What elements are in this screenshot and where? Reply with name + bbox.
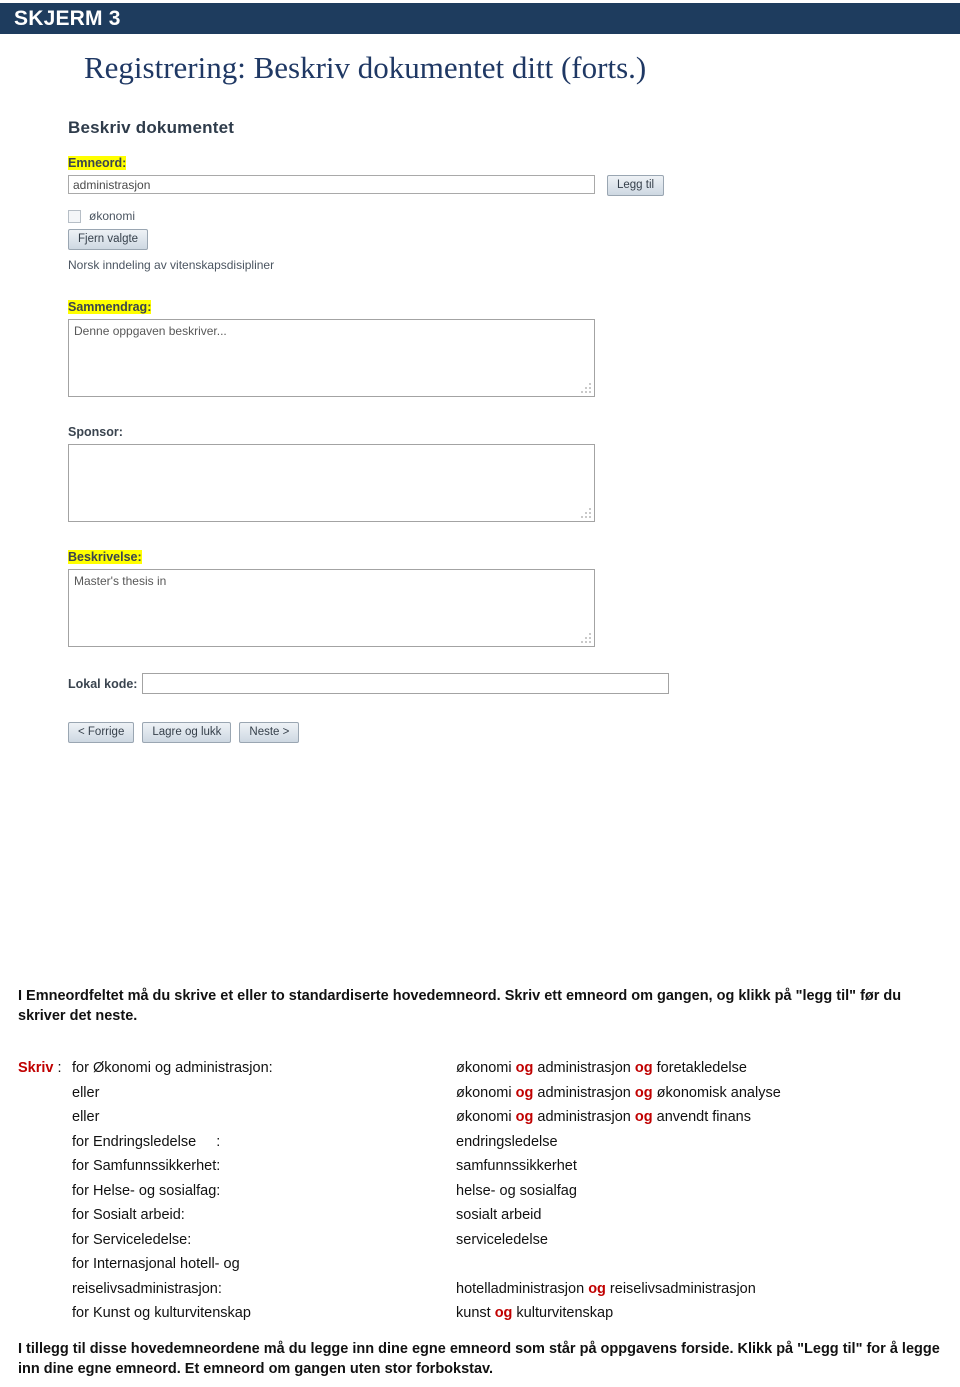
mapping-row: for Sosialt arbeid: sosialt arbeid [18, 1203, 942, 1228]
page-title: Registrering: Beskriv dokumentet ditt (f… [84, 50, 647, 85]
sammendrag-textarea[interactable]: Denne oppgaven beskriver... [68, 319, 595, 397]
mapping-row: eller økonomi og administrasjon og anvend… [18, 1105, 942, 1130]
keyword-checkbox-row[interactable]: økonomi [68, 209, 688, 223]
sponsor-textarea[interactable] [68, 444, 595, 522]
intro-paragraph: I Emneordfeltet må du skrive et eller to… [18, 988, 902, 1024]
sponsor-label: Sponsor: [68, 425, 123, 439]
emneord-input-row: Legg til [68, 175, 688, 196]
og-highlight: og [634, 1060, 653, 1076]
mapping-lead-label [18, 1179, 72, 1204]
mapping-source-text: for Serviceledelse: [72, 1231, 192, 1248]
mapping-target-text: kunst og kulturvitenskap [456, 1305, 614, 1321]
neste-button[interactable]: Neste > [239, 722, 300, 743]
mapping-row: for Internasjonal hotell- og [18, 1252, 942, 1277]
checkbox-icon[interactable] [68, 209, 81, 223]
mapping-target-text: økonomi og administrasjon og anvendt fin… [456, 1109, 751, 1125]
beskrivelse-label: Beskrivelse: [68, 550, 142, 564]
skjerm-banner: SKJERM 3 [0, 3, 960, 34]
mapping-source-text: eller [72, 1084, 100, 1101]
mapping-source-text: for Økonomi og administrasjon: [72, 1060, 273, 1076]
mapping-source-text: for Endringsledelse : [72, 1133, 221, 1150]
banner-label: SKJERM 3 [14, 6, 121, 30]
mapping-target-text: sosialt arbeid [456, 1207, 542, 1223]
mapping-lead-label [18, 1105, 72, 1130]
og-highlight: og [634, 1109, 653, 1125]
mapping-row: for Kunst og kulturvitenskap kunst og kul… [18, 1301, 942, 1326]
mapping-lead-label [18, 1130, 72, 1155]
mapping-target-text: hotelladministrasjon og reiselivsadminis… [456, 1280, 756, 1297]
resize-grip-icon[interactable] [581, 383, 591, 393]
mapping-row: reiselivsadministrasjon: hotelladministra… [18, 1277, 942, 1302]
lokal-kode-input[interactable] [141, 673, 669, 694]
mapping-source-text: reiselivsadministrasjon: [72, 1280, 222, 1297]
emneord-section: Emneord: Legg til økonomi Fjern valgte N… [68, 154, 688, 272]
mapping-row: for Samfunnssikkerhet: samfunnssikkerhet [18, 1154, 942, 1179]
beskrivelse-textarea[interactable]: Master's thesis in [68, 569, 595, 647]
lagre-og-lukk-button[interactable]: Lagre og lukk [142, 722, 232, 743]
mapping-lead-label [18, 1154, 72, 1179]
fjern-valgte-button[interactable]: Fjern valgte [68, 229, 149, 250]
application-screenshot: Beskriv dokumentet Emneord: Legg til øko… [68, 118, 688, 968]
emneord-label: Emneord: [68, 156, 127, 170]
mapping-source-text: for Internasjonal hotell- og [72, 1256, 240, 1272]
mapping-lead-label [18, 1081, 72, 1106]
mapping-lead-label [18, 1228, 72, 1253]
beskrivelse-value: Master's thesis in [74, 574, 167, 588]
og-highlight: og [588, 1280, 606, 1297]
mapping-target-text: helse- og sosialfag [456, 1182, 577, 1199]
og-highlight: og [515, 1060, 534, 1076]
mapping-source-text: for Samfunnssikkerhet: [72, 1158, 221, 1174]
mapping-row: eller økonomi og administrasjon og økonom… [18, 1081, 942, 1106]
og-highlight: og [494, 1305, 513, 1321]
lokal-kode-label: Lokal kode: [68, 677, 138, 691]
form-navigation-buttons: < Forrige Lagre og lukk Neste > [68, 722, 688, 743]
og-highlight: og [515, 1109, 534, 1125]
mapping-lead-label [18, 1203, 72, 1228]
mapping-target-text: endringsledelse [456, 1133, 558, 1150]
mapping-source-text: for Sosialt arbeid: [72, 1207, 185, 1223]
mapping-lead-label [18, 1252, 72, 1277]
outro-paragraph: I tillegg til disse hovedemneordene må d… [18, 1341, 940, 1377]
resize-grip-icon[interactable] [581, 633, 591, 643]
mapping-lead-label: Skriv : [18, 1060, 62, 1076]
og-highlight: og [515, 1084, 534, 1101]
mapping-row: for Helse- og sosialfag: helse- og sosial… [18, 1179, 942, 1204]
mapping-target-text: økonomi og administrasjon og økonomisk a… [456, 1084, 781, 1101]
mapping-target-text [456, 1252, 942, 1277]
beskrivelse-section: Beskrivelse: Master's thesis in [68, 548, 688, 647]
mapping-row: for Endringsledelse : endringsledelse [18, 1130, 942, 1155]
forrige-button[interactable]: < Forrige [68, 722, 135, 743]
mapping-target-text: samfunnssikkerhet [456, 1158, 577, 1174]
sammendrag-value: Denne oppgaven beskriver... [74, 324, 227, 338]
mapping-lead-label [18, 1277, 72, 1302]
form-heading: Beskriv dokumentet [68, 118, 235, 137]
legg-til-button[interactable]: Legg til [607, 175, 665, 196]
keyword-mapping-list: Skriv : for Økonomi og administrasjon: øko… [18, 1056, 942, 1326]
mapping-target-text: serviceledelse [456, 1231, 548, 1248]
sponsor-section: Sponsor: [68, 423, 688, 522]
mapping-row: for Serviceledelse: serviceledelse [18, 1228, 942, 1253]
sammendrag-section: Sammendrag: Denne oppgaven beskriver... [68, 298, 688, 397]
classification-note: Norsk inndeling av vitenskapsdisipliner [68, 258, 275, 272]
lokal-kode-section: Lokal kode: [68, 673, 688, 696]
resize-grip-icon[interactable] [581, 508, 591, 518]
mapping-row: Skriv : for Økonomi og administrasjon: øko… [18, 1056, 942, 1081]
mapping-lead-label [18, 1301, 72, 1326]
sammendrag-label: Sammendrag: [68, 300, 152, 314]
mapping-target-text: økonomi og administrasjon og foretaklede… [456, 1060, 747, 1076]
emneord-input[interactable] [68, 175, 595, 194]
keyword-checkbox-label: økonomi [89, 209, 136, 223]
mapping-source-text: for Kunst og kulturvitenskap [72, 1305, 251, 1321]
mapping-source-text: eller [72, 1109, 100, 1125]
og-highlight: og [634, 1084, 653, 1101]
mapping-source-text: for Helse- og sosialfag: [72, 1182, 221, 1199]
